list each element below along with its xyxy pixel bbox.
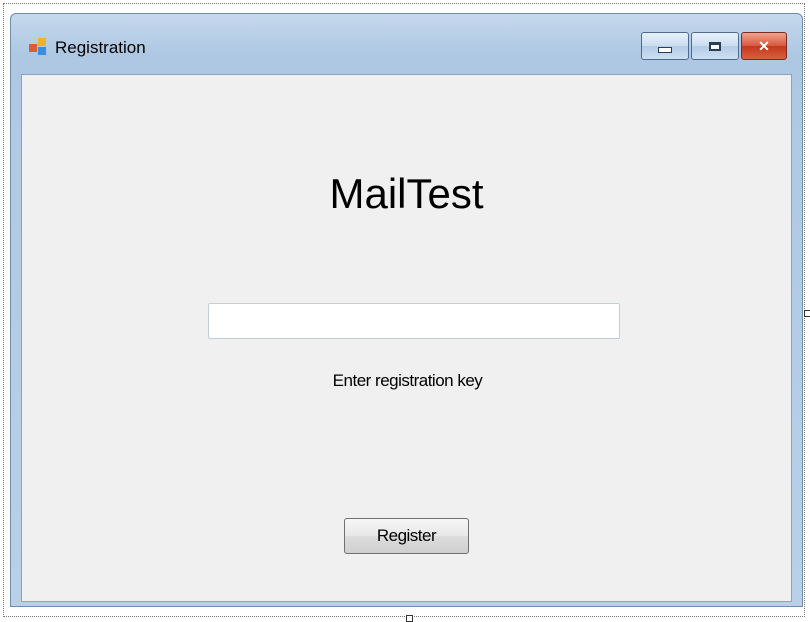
register-button[interactable]: Register bbox=[344, 518, 469, 554]
minimize-icon bbox=[658, 47, 672, 53]
registration-key-label: Enter registration key bbox=[332, 371, 483, 390]
caption-buttons: ✕ bbox=[641, 32, 787, 60]
maximize-button[interactable] bbox=[691, 32, 739, 60]
minimize-button[interactable] bbox=[641, 32, 689, 60]
maximize-icon bbox=[709, 41, 721, 51]
registration-window: Registration ✕ MailTest Enter registrati… bbox=[10, 13, 803, 607]
close-icon: ✕ bbox=[758, 37, 770, 54]
window-title: Registration bbox=[55, 38, 146, 57]
resize-handle-bottom[interactable] bbox=[406, 615, 413, 622]
registration-key-input[interactable] bbox=[208, 303, 620, 339]
app-title: MailTest bbox=[329, 170, 484, 217]
title-bar[interactable]: Registration ✕ bbox=[11, 14, 802, 74]
resize-handle-right[interactable] bbox=[804, 310, 810, 317]
close-button[interactable]: ✕ bbox=[741, 32, 787, 60]
app-icon[interactable] bbox=[29, 38, 47, 56]
form-client-area: MailTest Enter registration key Register bbox=[21, 74, 792, 602]
